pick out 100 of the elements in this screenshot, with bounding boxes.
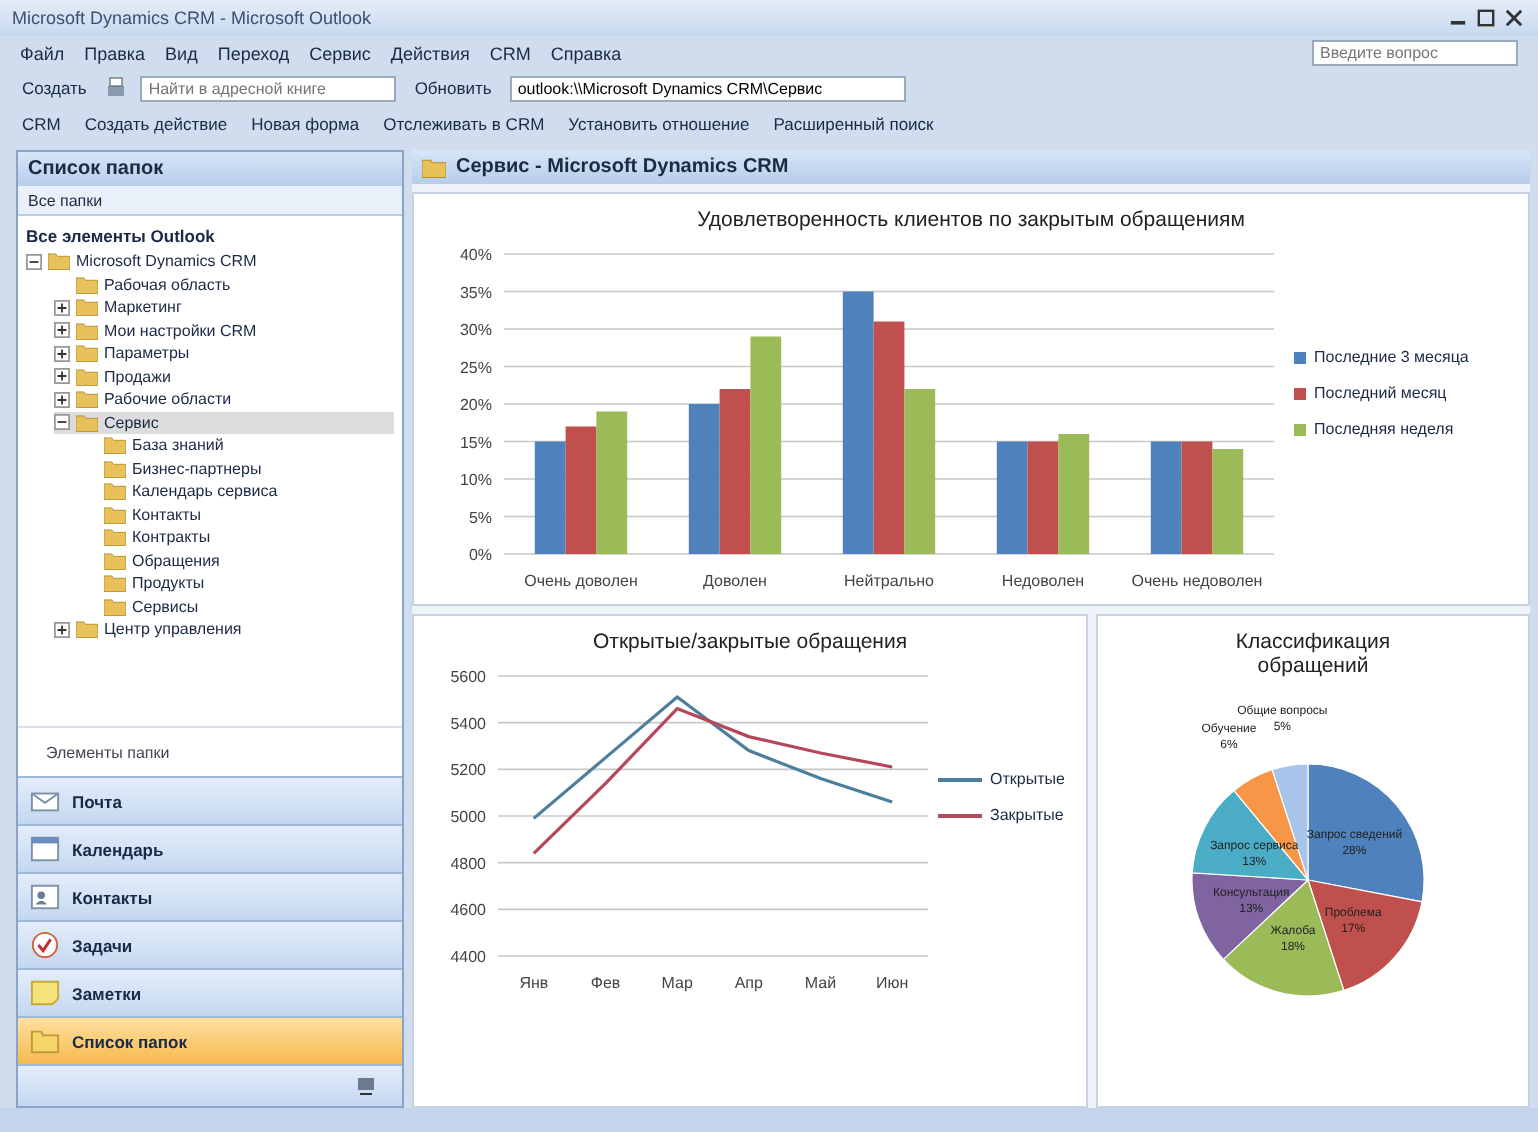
axis-label: 35% <box>459 283 492 302</box>
tree-item[interactable]: Маркетинг <box>54 296 394 319</box>
tree-item[interactable]: Сервисы <box>82 595 394 618</box>
tree-item[interactable]: База знаний <box>82 434 394 457</box>
toolbar-button[interactable]: Расширенный поиск <box>767 112 940 136</box>
axis-label: Недоволен <box>1001 572 1085 590</box>
help-search-field[interactable]: Введите вопрос <box>1312 40 1518 66</box>
axis-label: 10% <box>459 471 492 489</box>
tree-item[interactable]: Рабочие области <box>54 388 394 411</box>
tree-item[interactable]: Бизнес-партнеры <box>82 457 394 480</box>
axis-label: 25% <box>459 358 492 377</box>
bar <box>1058 434 1090 554</box>
legend-label: Открытые <box>990 770 1065 788</box>
tree-item[interactable]: Сервис <box>54 411 394 434</box>
content-title: Сервис - Microsoft Dynamics CRM <box>456 156 789 178</box>
nav-button[interactable]: Контакты <box>18 872 402 920</box>
print-icon[interactable] <box>104 76 129 100</box>
folder-label: Рабочая область <box>104 275 231 294</box>
tree-item[interactable]: Мои настройки CRM <box>54 319 394 342</box>
folder-label: Сервис <box>104 413 159 432</box>
bar <box>596 411 628 554</box>
configure-buttons-icon[interactable] <box>354 1074 378 1098</box>
folder-icon <box>104 597 126 616</box>
tree-item[interactable]: Контакты <box>82 503 394 526</box>
close-icon[interactable] <box>1502 6 1526 30</box>
tree-item[interactable]: Контракты <box>82 526 394 549</box>
folder-icon <box>76 275 98 294</box>
expand-icon[interactable] <box>54 621 70 638</box>
toolbar-button[interactable]: Новая форма <box>245 112 366 136</box>
axis-label: 5% <box>468 508 492 527</box>
menu-item[interactable]: Сервис <box>309 43 371 63</box>
bar <box>1150 441 1182 554</box>
expand-icon[interactable] <box>54 322 70 339</box>
axis-label: 4800 <box>450 854 486 873</box>
address-book-field[interactable]: Найти в адресной книге <box>140 75 397 101</box>
tree-item[interactable]: Календарь сервиса <box>82 480 394 503</box>
nav-button[interactable]: Календарь <box>18 824 402 872</box>
expand-icon[interactable] <box>54 299 70 316</box>
menu-item[interactable]: Правка <box>84 43 146 63</box>
folders-dropdown[interactable]: Все папки <box>18 186 402 216</box>
axis-label: 0% <box>468 546 492 564</box>
axis-label: Июн <box>876 974 909 992</box>
tree-item[interactable]: Продукты <box>82 572 394 595</box>
legend-label: Последняя неделя <box>1314 420 1454 438</box>
menu-item[interactable]: Вид <box>165 43 198 63</box>
window-title: Microsoft Dynamics CRM - Microsoft Outlook <box>12 8 372 28</box>
menu-item[interactable]: Переход <box>217 43 290 63</box>
folder-label: Обращения <box>132 551 220 570</box>
address-field[interactable]: outlook:\\Microsoft Dynamics CRM\Сервис <box>509 75 906 101</box>
nav-button[interactable]: Почта <box>18 776 402 824</box>
folder-label: Центр управления <box>104 620 242 639</box>
nav-button[interactable]: Заметки <box>18 968 402 1016</box>
toolbar-button[interactable]: Установить отношение <box>562 112 756 136</box>
folder-label: Календарь сервиса <box>132 482 278 501</box>
nav-button[interactable]: Список папок <box>18 1016 402 1064</box>
maximize-icon[interactable] <box>1474 6 1498 30</box>
toolbar-button[interactable]: CRM <box>16 112 67 136</box>
tree-item[interactable]: Рабочая область <box>54 273 394 296</box>
collapse-icon[interactable] <box>54 414 70 431</box>
bar <box>534 441 566 554</box>
menu-item[interactable]: Действия <box>390 43 470 63</box>
collapse-icon[interactable] <box>26 253 42 270</box>
folder-label: Мои настройки CRM <box>104 321 257 340</box>
tree-item[interactable]: Параметры <box>54 342 394 365</box>
folder-label: Продукты <box>132 574 205 593</box>
refresh-button[interactable]: Обновить <box>408 76 498 100</box>
expand-icon[interactable] <box>54 345 70 362</box>
bar <box>996 441 1028 554</box>
expand-icon[interactable] <box>54 391 70 408</box>
axis-label: Апр <box>734 974 763 992</box>
bar <box>565 426 597 554</box>
calendar-icon <box>30 834 60 864</box>
menu-item[interactable]: Файл <box>20 43 65 63</box>
axis-label: 4400 <box>450 948 486 966</box>
chart-title: Удовлетворенность клиентов по закрытым обращениям <box>695 206 1247 236</box>
axis-label: Доволен <box>703 572 767 590</box>
folder-label: Маркетинг <box>104 298 182 317</box>
new-button[interactable]: Создать <box>16 76 93 100</box>
toolbar-button[interactable]: Отслеживать в CRM <box>377 112 551 136</box>
folder-icon <box>48 252 70 271</box>
tree-item[interactable]: Microsoft Dynamics CRM <box>26 250 394 273</box>
all-items-link[interactable]: Все элементы Outlook <box>26 222 394 250</box>
tree-item[interactable]: Центр управления <box>54 618 394 641</box>
legend-label: Последние 3 месяца <box>1314 348 1469 366</box>
nav-button[interactable]: Задачи <box>18 920 402 968</box>
menu-item[interactable]: Справка <box>550 43 622 63</box>
folder-icon <box>104 505 126 524</box>
legend-label: Последний месяц <box>1314 384 1447 402</box>
folder-label: Контракты <box>132 528 211 547</box>
tree-item[interactable]: Обращения <box>82 549 394 572</box>
axis-label: 40% <box>459 246 492 264</box>
tree-item[interactable]: Продажи <box>54 365 394 388</box>
folder-icon <box>76 321 98 340</box>
axis-label: 5400 <box>450 714 486 733</box>
menu-item[interactable]: CRM <box>489 43 531 63</box>
folder-icon <box>76 344 98 363</box>
expand-icon[interactable] <box>54 368 70 385</box>
folder-label: Microsoft Dynamics CRM <box>76 252 257 271</box>
folder-icon <box>76 620 98 639</box>
toolbar-button[interactable]: Создать действие <box>78 112 234 136</box>
